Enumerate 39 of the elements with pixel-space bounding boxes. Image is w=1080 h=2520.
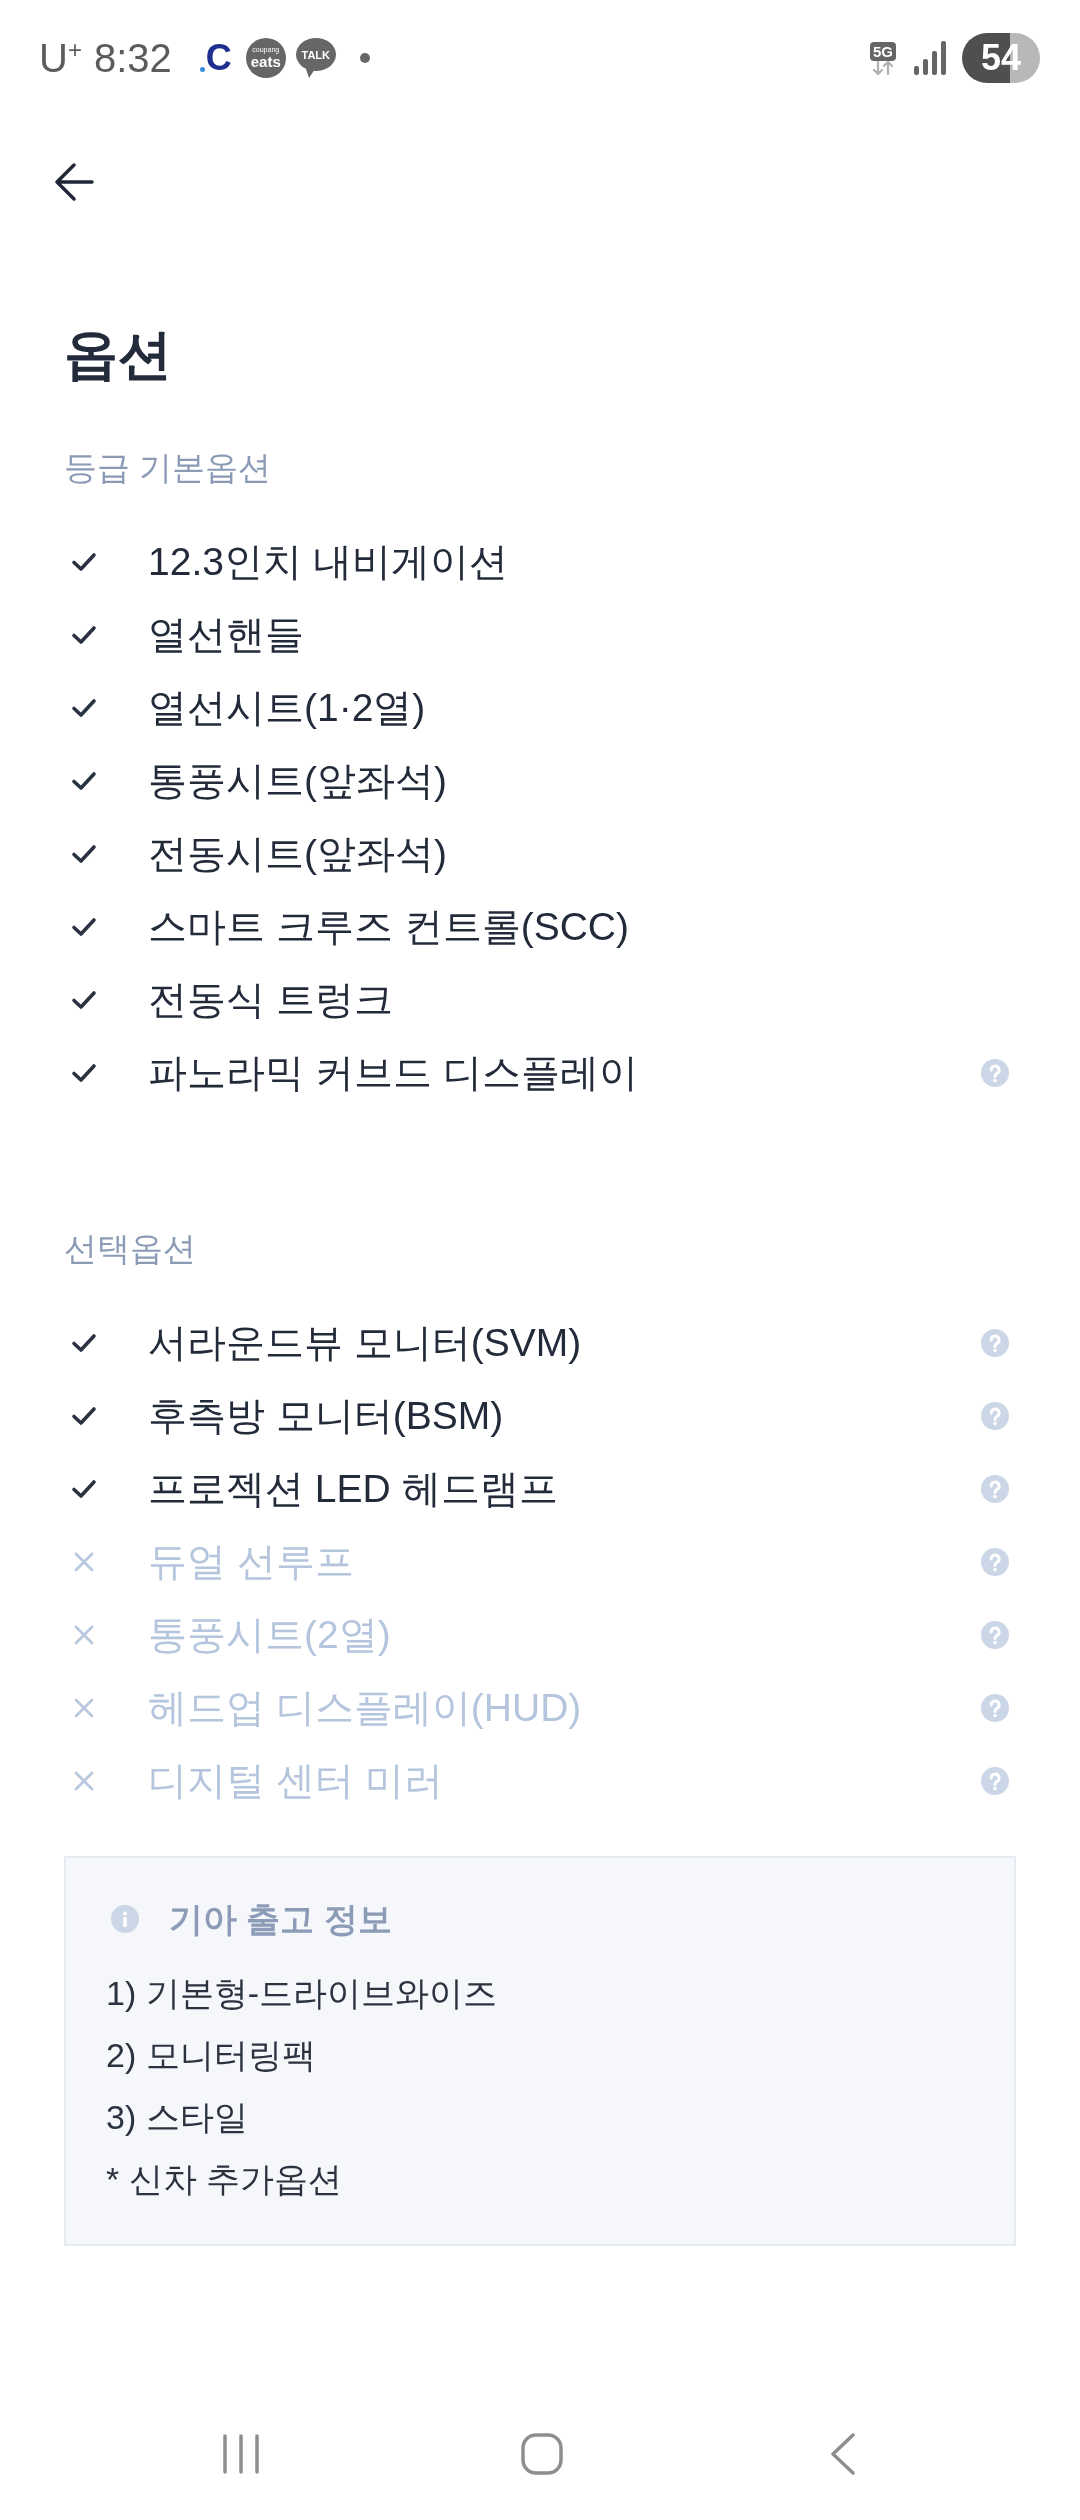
notification-dot-icon	[359, 53, 370, 63]
help-icon[interactable]	[981, 1401, 1009, 1430]
option-label: 서라운드뷰 모니터(SVM)	[148, 1319, 582, 1366]
option-label: 프로젝션 LED 헤드램프	[148, 1465, 558, 1512]
back-icon[interactable]	[54, 163, 94, 201]
recent-apps-icon[interactable]	[222, 2433, 260, 2475]
help-icon[interactable]	[981, 1766, 1009, 1795]
option-label: 통풍시트(2열)	[148, 1611, 391, 1658]
option-label: 듀얼 선루프	[148, 1538, 354, 1585]
section-heading: 선택옵션	[64, 1229, 196, 1269]
info-line: * 신차 추가옵션	[106, 2159, 343, 2200]
option-label: 전동식 트렁크	[148, 976, 393, 1023]
section-heading: 등급 기본옵션	[64, 448, 272, 488]
option-label: 스마트 크루즈 컨트롤(SCC)	[148, 903, 629, 950]
option-label: 통풍시트(앞좌석)	[148, 757, 447, 804]
option-label: 디지털 센터 미러	[148, 1757, 443, 1804]
page-title: 옵션	[64, 323, 172, 386]
signal-icon	[914, 41, 948, 75]
info-title: 기아 출고 정보	[169, 1899, 392, 1940]
option-label: 전동시트(앞좌석)	[148, 830, 447, 877]
info-icon	[111, 1905, 139, 1933]
help-icon[interactable]	[981, 1620, 1009, 1649]
option-label: 열선시트(1·2열)	[148, 684, 426, 731]
option-label: 열선핸들	[148, 611, 304, 658]
info-line: 2) 모니터링팩	[106, 2035, 316, 2076]
help-icon[interactable]	[981, 1693, 1009, 1722]
info-line: 3) 스타일	[106, 2097, 248, 2138]
carrier-label: U$^{+}$	[39, 34, 82, 82]
option-label: 파노라믹 커브드 디스플레이	[148, 1049, 638, 1096]
option-label: 12.3인치 내비게이션	[148, 538, 508, 585]
help-icon[interactable]	[981, 1328, 1009, 1357]
help-icon[interactable]	[981, 1058, 1009, 1087]
info-line: 1) 기본형-드라이브와이즈	[106, 1973, 497, 2014]
help-icon[interactable]	[981, 1547, 1009, 1576]
option-label: 헤드업 디스플레이(HUD)	[148, 1684, 582, 1731]
home-icon[interactable]	[521, 2433, 563, 2475]
option-label: 후측방 모니터(BSM)	[148, 1392, 504, 1439]
status-time: 8:32	[93, 35, 172, 82]
help-icon[interactable]	[981, 1474, 1009, 1503]
